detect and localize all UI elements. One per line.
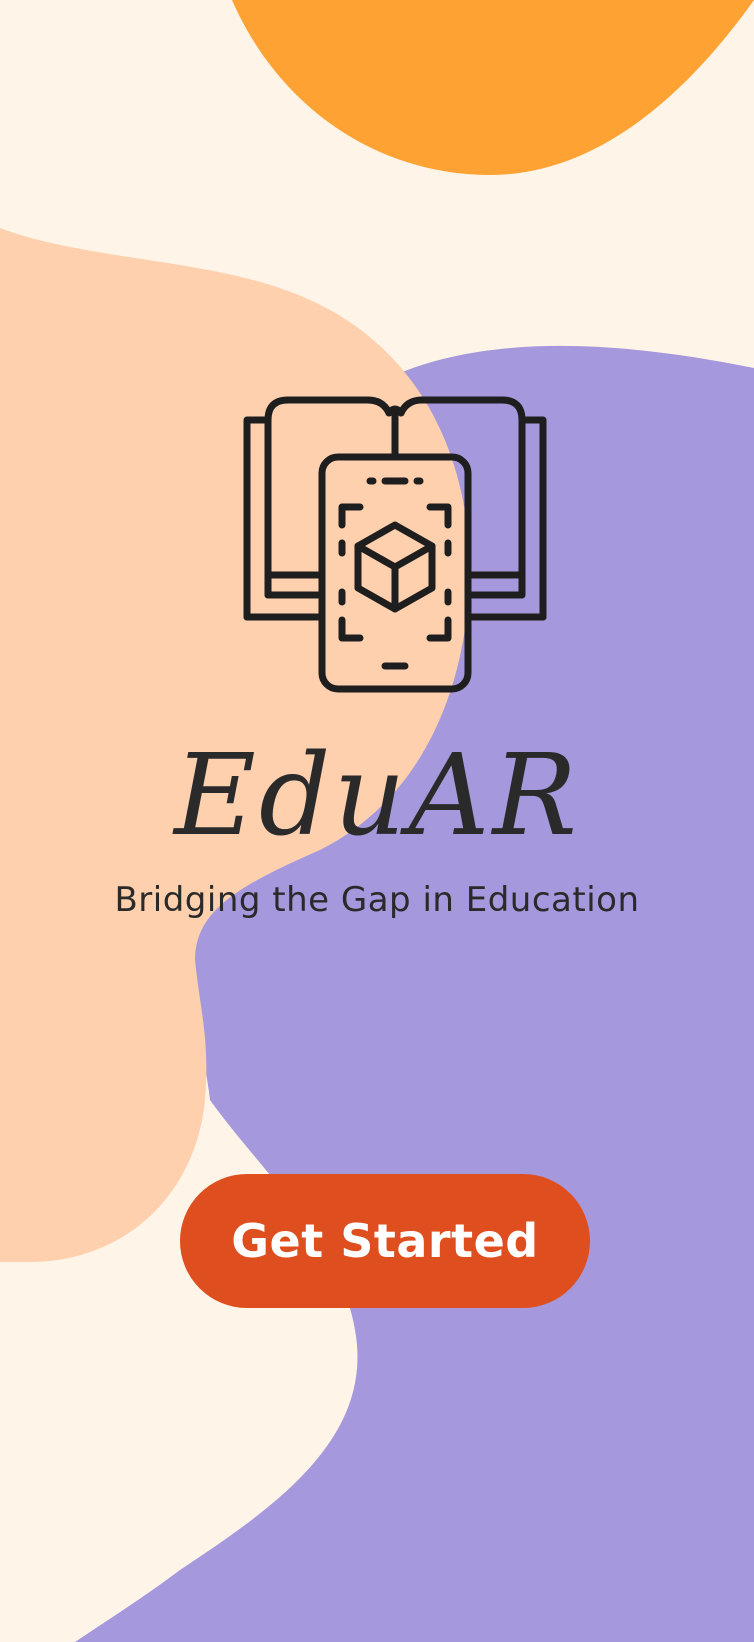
orange-blob: [232, 0, 754, 175]
app-tagline: Bridging the Gap in Education: [114, 880, 640, 920]
app-title: EduAR: [174, 731, 580, 861]
get-started-button[interactable]: Get Started: [180, 1174, 590, 1308]
eduar-logo-icon: [243, 396, 547, 693]
